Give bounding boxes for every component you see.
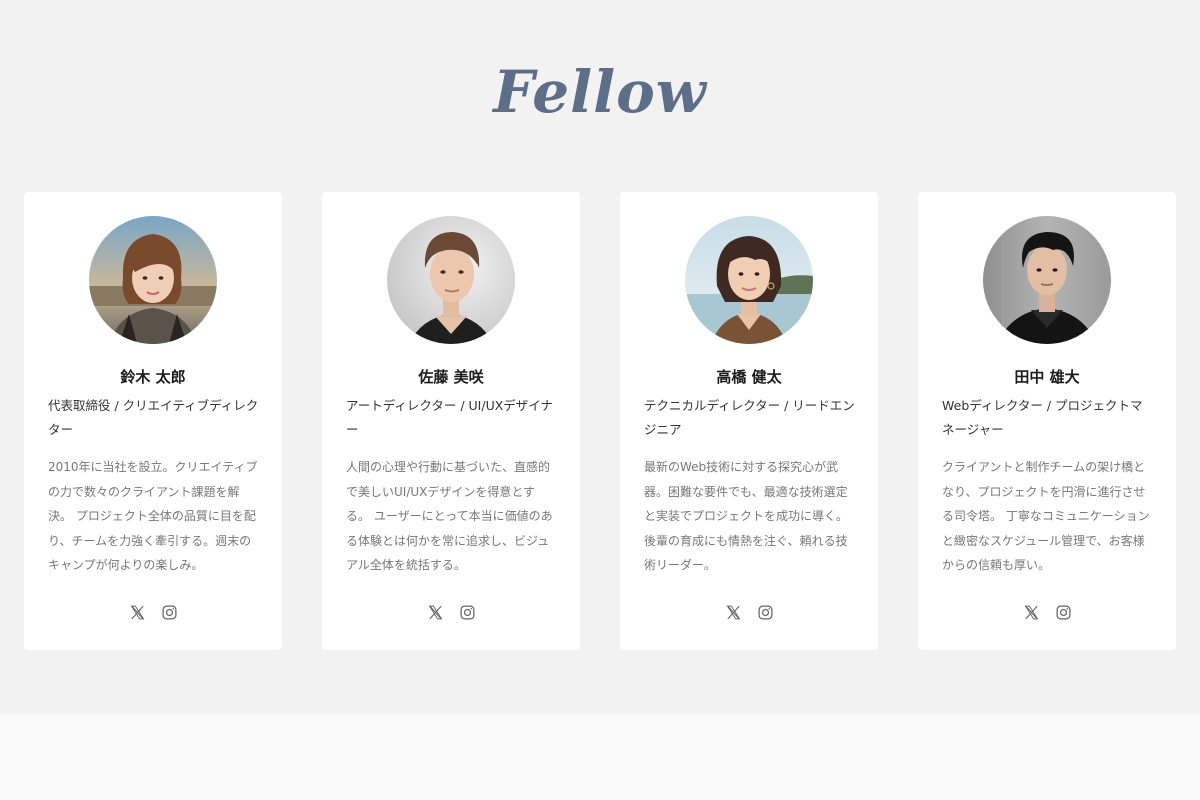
member-bio: クライアントと制作チームの架け橋となり、プロジェクトを円滑に進行させる司令塔。 …	[942, 460, 1150, 573]
section-title: Fellow	[493, 58, 707, 126]
fellow-section: Fellow 鈴木 太郎 代表取締役 / クリエイティブディレクター 2010年…	[0, 0, 1200, 714]
x-icon	[1024, 605, 1038, 619]
member-name: 田中 雄大	[1014, 368, 1080, 386]
member-bio: 最新のWeb技術に対する探究心が武器。困難な要件でも、最適な技術選定と実装でプロ…	[644, 460, 849, 573]
member-card: 高橋 健太 テクニカルディレクター / リードエンジニア 最新のWeb技術に対す…	[620, 192, 878, 650]
social-links	[620, 603, 878, 621]
avatar	[983, 216, 1111, 344]
x-icon	[428, 605, 442, 619]
member-name: 鈴木 太郎	[120, 368, 186, 386]
member-role: 代表取締役 / クリエイティブディレクター	[48, 398, 259, 437]
member-role: テクニカルディレクター / リードエンジニア	[644, 398, 855, 437]
avatar	[89, 216, 217, 344]
member-cards: 鈴木 太郎 代表取締役 / クリエイティブディレクター 2010年に当社を設立。…	[24, 192, 1176, 650]
x-link[interactable]	[128, 603, 146, 621]
instagram-icon	[1055, 604, 1071, 620]
instagram-link[interactable]	[1054, 603, 1072, 621]
x-link[interactable]	[1022, 603, 1040, 621]
footer-band	[0, 714, 1200, 800]
instagram-link[interactable]	[160, 603, 178, 621]
member-card: 鈴木 太郎 代表取締役 / クリエイティブディレクター 2010年に当社を設立。…	[24, 192, 282, 650]
member-card: 田中 雄大 Webディレクター / プロジェクトマネージャー クライアントと制作…	[918, 192, 1176, 650]
member-bio: 2010年に当社を設立。クリエイティブの力で数々のクライアント課題を解決。 プロ…	[48, 460, 258, 573]
social-links	[24, 603, 282, 621]
instagram-icon	[757, 604, 773, 620]
member-name: 佐藤 美咲	[418, 368, 484, 386]
member-bio: 人間の心理や行動に基づいた、直感的で美しいUI/UXデザインを得意とする。 ユー…	[346, 460, 553, 573]
member-name: 高橋 健太	[716, 368, 782, 386]
avatar-photo-woman-sunset	[89, 216, 217, 344]
social-links	[918, 603, 1176, 621]
instagram-icon	[161, 604, 177, 620]
x-link[interactable]	[724, 603, 742, 621]
member-role: アートディレクター / UI/UXデザイナー	[346, 398, 554, 437]
social-links	[322, 603, 580, 621]
avatar	[685, 216, 813, 344]
avatar	[387, 216, 515, 344]
avatar-photo-woman-seaside	[685, 216, 813, 344]
avatar-photo-woman-studio	[387, 216, 515, 344]
member-role: Webディレクター / プロジェクトマネージャー	[942, 398, 1143, 437]
instagram-link[interactable]	[756, 603, 774, 621]
instagram-icon	[459, 604, 475, 620]
member-card: 佐藤 美咲 アートディレクター / UI/UXデザイナー 人間の心理や行動に基づ…	[322, 192, 580, 650]
x-link[interactable]	[426, 603, 444, 621]
x-icon	[726, 605, 740, 619]
avatar-photo-man-concrete	[983, 216, 1111, 344]
instagram-link[interactable]	[458, 603, 476, 621]
x-icon	[130, 605, 144, 619]
